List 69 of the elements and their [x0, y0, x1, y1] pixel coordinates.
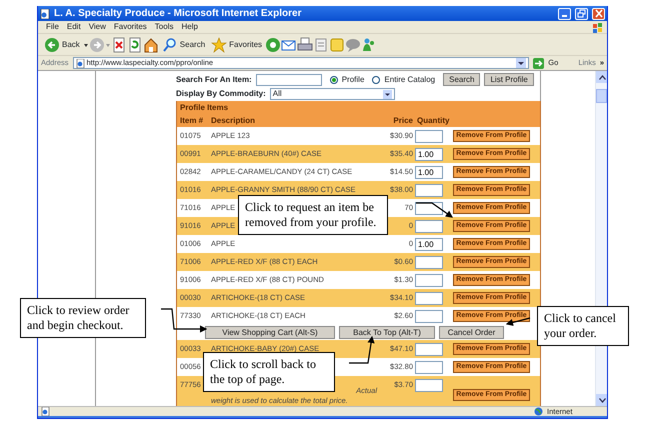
- toolbar-button[interactable]: Search: [158, 36, 208, 52]
- quantity-field[interactable]: [415, 342, 443, 356]
- commodity-select[interactable]: All: [270, 88, 395, 100]
- back-icon: [44, 36, 60, 52]
- column-header: Quantity: [417, 114, 450, 126]
- page-icon: [40, 8, 50, 18]
- stop-icon[interactable]: [110, 36, 127, 52]
- column-header: Item #: [179, 114, 204, 126]
- menu-item[interactable]: Tools: [150, 21, 178, 33]
- scroll-down-icon[interactable]: [598, 398, 606, 402]
- menu-item[interactable]: View: [84, 21, 110, 33]
- page-icon: [76, 58, 85, 68]
- callout-text: Click to request an item be removed from your profile.: [238, 195, 388, 235]
- caret-icon[interactable]: [82, 42, 89, 48]
- column-header: Price: [392, 114, 413, 126]
- search-field[interactable]: [256, 74, 322, 86]
- home-icon[interactable]: [142, 36, 159, 52]
- callout-text: Click to cancel your order.: [537, 306, 629, 346]
- edit-icon[interactable]: [313, 36, 330, 52]
- search-button[interactable]: Search: [443, 73, 480, 86]
- quantity-field[interactable]: [415, 274, 443, 286]
- callout-text: Click to scroll back to the top of page.: [203, 352, 335, 392]
- commodity-label: Display By Commodity:: [176, 88, 266, 100]
- callout-arrow: [416, 202, 453, 218]
- search-button[interactable]: List Profile: [484, 73, 534, 86]
- toolbar-button[interactable]: Back: [41, 36, 83, 52]
- radio-option[interactable]: Entire Catalog: [372, 74, 436, 86]
- action-button[interactable]: Back To Top (Alt-T): [339, 326, 435, 339]
- close-icon[interactable]: [594, 9, 603, 18]
- action-button[interactable]: View Shopping Cart (Alt-S): [205, 326, 335, 339]
- action-button[interactable]: Cancel Order: [439, 326, 504, 339]
- menu-item[interactable]: Favorites: [110, 21, 151, 33]
- restore-icon[interactable]: [577, 9, 586, 18]
- refresh-icon[interactable]: [126, 36, 143, 52]
- quantity-field[interactable]: [415, 220, 443, 232]
- quantity-field[interactable]: [415, 292, 443, 304]
- table-title: Profile Items: [180, 102, 230, 113]
- quantity-field[interactable]: [415, 130, 443, 142]
- callout-arrow: [506, 317, 530, 326]
- star-icon: [211, 36, 228, 52]
- menu-item[interactable]: Edit: [62, 21, 85, 33]
- note-icon[interactable]: [329, 36, 346, 52]
- window-title: L. A. Specialty Produce - Microsoft Internet Explorer: [54, 7, 302, 21]
- quantity-field[interactable]: [415, 360, 443, 374]
- callout-arrow: [161, 308, 208, 333]
- quantity-field[interactable]: 1.00: [415, 148, 443, 160]
- search-label: Search For An Item:: [176, 74, 252, 86]
- quantity-field[interactable]: [415, 379, 443, 392]
- flag-logo-icon: [592, 22, 603, 32]
- toolbar-button[interactable]: Favorites: [208, 36, 266, 52]
- radio-option[interactable]: Profile: [330, 74, 364, 86]
- globe-icon: [534, 407, 543, 416]
- quantity-field[interactable]: [415, 256, 443, 268]
- scrollbar-thumb[interactable]: [596, 89, 607, 103]
- quantity-field[interactable]: 1.00: [415, 166, 443, 178]
- quantity-field[interactable]: [415, 184, 443, 196]
- callout-arrow: [349, 336, 375, 364]
- speech-bubble-icon[interactable]: [345, 36, 362, 52]
- search-icon: [162, 36, 178, 52]
- menu-item[interactable]: Help: [177, 21, 202, 33]
- quantity-field[interactable]: [415, 310, 443, 322]
- quantity-field[interactable]: 1.00: [415, 238, 443, 250]
- quantity-field[interactable]: [415, 202, 443, 214]
- print-icon[interactable]: [297, 36, 314, 52]
- scroll-up-icon[interactable]: [598, 74, 606, 80]
- media-icon[interactable]: [265, 36, 282, 52]
- menu-item[interactable]: File: [42, 21, 63, 33]
- callout-text: Click to review order and begin checkout.: [20, 298, 146, 338]
- column-header: Description: [211, 114, 256, 126]
